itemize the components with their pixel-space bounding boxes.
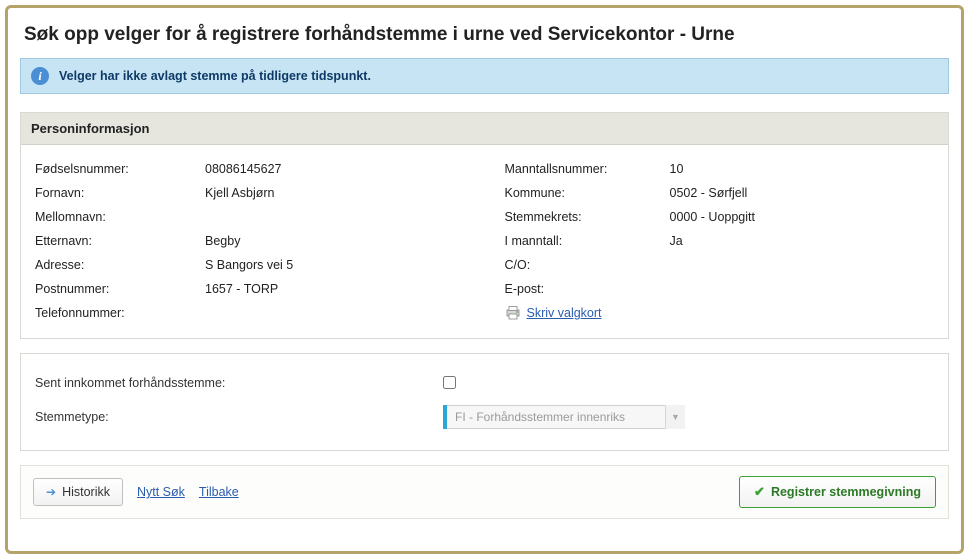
info-bar: i Velger har ikke avlagt stemme på tidli… [20, 58, 949, 94]
stemmekrets-value: 0000 - Uoppgitt [670, 210, 755, 224]
fornavn-value: Kjell Asbjørn [205, 186, 274, 200]
footer-bar: ➔ Historikk Nytt Søk Tilbake ✔ Registrer… [20, 465, 949, 519]
print-valgkort-link[interactable]: Skriv valgkort [527, 306, 602, 320]
postnummer-label: Postnummer: [35, 282, 205, 296]
historikk-label: Historikk [62, 485, 110, 499]
etternavn-label: Etternavn: [35, 234, 205, 248]
etternavn-value: Begby [205, 234, 240, 248]
person-panel: Personinformasjon Fødselsnummer: 0808614… [20, 112, 949, 339]
historikk-button[interactable]: ➔ Historikk [33, 478, 123, 506]
adresse-value: S Bangors vei 5 [205, 258, 293, 272]
co-label: C/O: [505, 258, 670, 272]
adresse-label: Adresse: [35, 258, 205, 272]
sent-late-checkbox[interactable] [443, 376, 456, 389]
telefon-label: Telefonnummer: [35, 306, 205, 320]
kommune-label: Kommune: [505, 186, 670, 200]
stemmetype-label: Stemmetype: [35, 410, 443, 424]
person-panel-body: Fødselsnummer: 08086145627 Fornavn: Kjel… [21, 145, 948, 338]
person-panel-header: Personinformasjon [21, 113, 948, 145]
manntall-label: Manntallsnummer: [505, 162, 670, 176]
options-panel: Sent innkommet forhåndsstemme: Stemmetyp… [20, 353, 949, 451]
register-button[interactable]: ✔ Registrer stemmegivning [739, 476, 936, 508]
tilbake-link[interactable]: Tilbake [199, 485, 239, 499]
check-icon: ✔ [754, 484, 765, 500]
kommune-value: 0502 - Sørfjell [670, 186, 748, 200]
nytt-sok-link[interactable]: Nytt Søk [137, 485, 185, 499]
imanntall-value: Ja [670, 234, 683, 248]
sent-late-label: Sent innkommet forhåndsstemme: [35, 376, 443, 390]
info-message: Velger har ikke avlagt stemme på tidlige… [59, 69, 371, 83]
page-title: Søk opp velger for å registrere forhånds… [24, 24, 949, 46]
stemmetype-select[interactable]: FI - Forhåndsstemmer innenriks ▼ [443, 405, 685, 429]
register-label: Registrer stemmegivning [771, 485, 921, 499]
person-right-col: Manntallsnummer: 10 Kommune: 0502 - Sørf… [505, 157, 935, 328]
epost-label: E-post: [505, 282, 670, 296]
main-frame: Søk opp velger for å registrere forhånds… [5, 5, 964, 554]
fodselsnummer-value: 08086145627 [205, 162, 281, 176]
arrow-right-icon: ➔ [46, 485, 56, 499]
fodselsnummer-label: Fødselsnummer: [35, 162, 205, 176]
printer-icon [505, 306, 521, 320]
postnummer-value: 1657 - TORP [205, 282, 278, 296]
person-left-col: Fødselsnummer: 08086145627 Fornavn: Kjel… [35, 157, 465, 328]
stemmekrets-label: Stemmekrets: [505, 210, 670, 224]
info-icon: i [31, 67, 49, 85]
mellomnavn-label: Mellomnavn: [35, 210, 205, 224]
chevron-down-icon: ▼ [665, 405, 685, 429]
imanntall-label: I manntall: [505, 234, 670, 248]
manntall-value: 10 [670, 162, 684, 176]
fornavn-label: Fornavn: [35, 186, 205, 200]
print-cell: Skriv valgkort [505, 306, 670, 323]
stemmetype-value: FI - Forhåndsstemmer innenriks [447, 405, 685, 429]
